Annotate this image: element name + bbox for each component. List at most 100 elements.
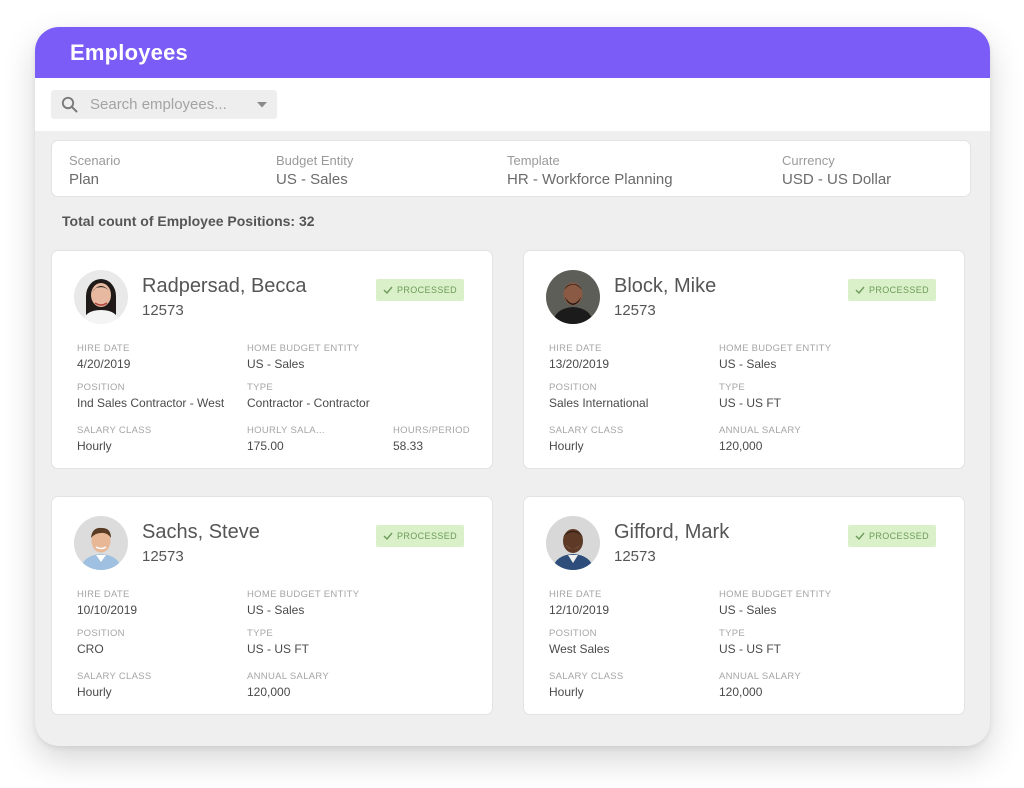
field-label: SALARY CLASS — [549, 425, 624, 436]
field-label: HIRE DATE — [549, 343, 602, 354]
field-label: TYPE — [719, 628, 746, 639]
status-text: PROCESSED — [868, 531, 930, 541]
avatar-man-icon — [546, 516, 600, 570]
employee-name: Sachs, Steve — [142, 521, 260, 543]
field-value: Ind Sales Contractor - West — [77, 396, 225, 410]
status-text: PROCESSED — [868, 285, 930, 295]
field-value: Hourly — [549, 439, 584, 453]
field-value: CRO — [77, 642, 104, 656]
field-label: SALARY CLASS — [77, 425, 152, 436]
field-label: ANNUAL SALARY — [719, 671, 802, 682]
field-label: HOURLY SALA... — [247, 425, 325, 436]
field-type: TYPE Contractor - Contractor — [247, 382, 370, 411]
field-salary-class: SALARY CLASS Hourly — [549, 425, 624, 454]
field-value: US - US FT — [719, 642, 781, 656]
status-text: PROCESSED — [396, 285, 458, 295]
field-hire-date: HIRE DATE 13/20/2019 — [549, 343, 609, 372]
employee-card[interactable]: Block, Mike 12573 PROCESSED HIRE DATE 13… — [523, 250, 965, 469]
status-badge: PROCESSED — [376, 525, 464, 547]
filter-label: Budget Entity — [276, 153, 354, 168]
filter-value: Plan — [69, 171, 100, 188]
field-label: POSITION — [549, 382, 597, 393]
field-label: HOME BUDGET ENTITY — [247, 589, 360, 600]
field-value: Sales International — [549, 396, 649, 410]
employee-card[interactable]: Radpersad, Becca 12573 PROCESSED HIRE DA… — [51, 250, 493, 469]
avatar-man-icon — [546, 270, 600, 324]
employee-name: Radpersad, Becca — [142, 275, 307, 297]
field-value: US - US FT — [719, 396, 781, 410]
status-badge: PROCESSED — [376, 279, 464, 301]
field-hours-period: HOURS/PERIOD 58.33 — [393, 425, 470, 454]
employee-id: 12573 — [614, 548, 656, 565]
field-value: Contractor - Contractor — [247, 396, 370, 410]
field-value: US - US FT — [247, 642, 309, 656]
total-count: Total count of Employee Positions: 32 — [62, 213, 315, 229]
field-value: 13/20/2019 — [549, 357, 610, 371]
field-value: Hourly — [77, 439, 112, 453]
search-input[interactable] — [90, 96, 240, 113]
field-value: US - Sales — [247, 603, 305, 617]
field-home-budget-entity: HOME BUDGET ENTITY US - Sales — [719, 589, 831, 618]
field-salary-class: SALARY CLASS Hourly — [77, 425, 152, 454]
field-hire-date: HIRE DATE 4/20/2019 — [77, 343, 130, 372]
avatar-woman-icon — [74, 270, 128, 324]
field-annual-salary: ANNUAL SALARY 120,000 — [719, 671, 801, 700]
field-type: TYPE US - US FT — [247, 628, 309, 657]
employee-id: 12573 — [142, 302, 184, 319]
search-icon — [61, 96, 78, 113]
field-label: SALARY CLASS — [549, 671, 624, 682]
field-annual-salary: ANNUAL SALARY 120,000 — [247, 671, 329, 700]
field-salary-class: SALARY CLASS Hourly — [549, 671, 624, 700]
chevron-down-icon[interactable] — [257, 101, 267, 108]
title-bar: Employees — [35, 27, 990, 78]
filter-label: Scenario — [69, 153, 121, 168]
field-label: HIRE DATE — [77, 589, 130, 600]
field-value: 58.33 — [393, 439, 424, 453]
employees-window: Employees Scenario Plan Budget Entity US… — [35, 27, 990, 746]
field-label: HOME BUDGET ENTITY — [247, 343, 360, 354]
field-label: HOURS/PERIOD — [393, 425, 470, 436]
field-label: ANNUAL SALARY — [719, 425, 802, 436]
filter-value: HR - Workforce Planning — [507, 171, 673, 188]
field-value: 12/10/2019 — [549, 603, 610, 617]
field-value: Hourly — [77, 685, 112, 699]
filter-currency[interactable]: Currency USD - US Dollar — [782, 153, 891, 189]
field-home-budget-entity: HOME BUDGET ENTITY US - Sales — [247, 589, 359, 618]
field-hire-date: HIRE DATE 10/10/2019 — [77, 589, 137, 618]
field-value: US - Sales — [719, 603, 777, 617]
filter-label: Template — [507, 153, 560, 168]
field-label: TYPE — [719, 382, 746, 393]
field-label: HOME BUDGET ENTITY — [719, 343, 832, 354]
page-title: Employees — [70, 39, 188, 65]
filter-template[interactable]: Template HR - Workforce Planning — [507, 153, 673, 189]
field-position: POSITION CRO — [77, 628, 125, 657]
field-home-budget-entity: HOME BUDGET ENTITY US - Sales — [247, 343, 359, 372]
employee-card[interactable]: Gifford, Mark 12573 PROCESSED HIRE DATE … — [523, 496, 965, 715]
employee-id: 12573 — [614, 302, 656, 319]
field-label: TYPE — [247, 628, 274, 639]
status-badge: PROCESSED — [848, 525, 936, 547]
search-box[interactable] — [51, 90, 277, 119]
field-hourly-salary: HOURLY SALA... 175.00 — [247, 425, 325, 454]
employee-id: 12573 — [142, 548, 184, 565]
field-value: 120,000 — [719, 685, 763, 699]
field-value: US - Sales — [719, 357, 777, 371]
filter-budget-entity[interactable]: Budget Entity US - Sales — [276, 153, 353, 189]
field-position: POSITION Ind Sales Contractor - West — [77, 382, 224, 411]
field-label: SALARY CLASS — [77, 671, 152, 682]
field-label: HOME BUDGET ENTITY — [719, 589, 832, 600]
field-value: 120,000 — [719, 439, 763, 453]
employee-name: Block, Mike — [614, 275, 717, 297]
check-icon — [855, 532, 865, 540]
field-value: US - Sales — [247, 357, 305, 371]
check-icon — [383, 532, 393, 540]
employee-card[interactable]: Sachs, Steve 12573 PROCESSED HIRE DATE 1… — [51, 496, 493, 715]
field-type: TYPE US - US FT — [719, 628, 781, 657]
field-label: POSITION — [549, 628, 597, 639]
field-label: HIRE DATE — [77, 343, 130, 354]
filter-scenario[interactable]: Scenario Plan — [69, 153, 120, 189]
field-value: Hourly — [549, 685, 584, 699]
field-value: 175.00 — [247, 439, 284, 453]
field-label: ANNUAL SALARY — [247, 671, 330, 682]
check-icon — [383, 286, 393, 294]
